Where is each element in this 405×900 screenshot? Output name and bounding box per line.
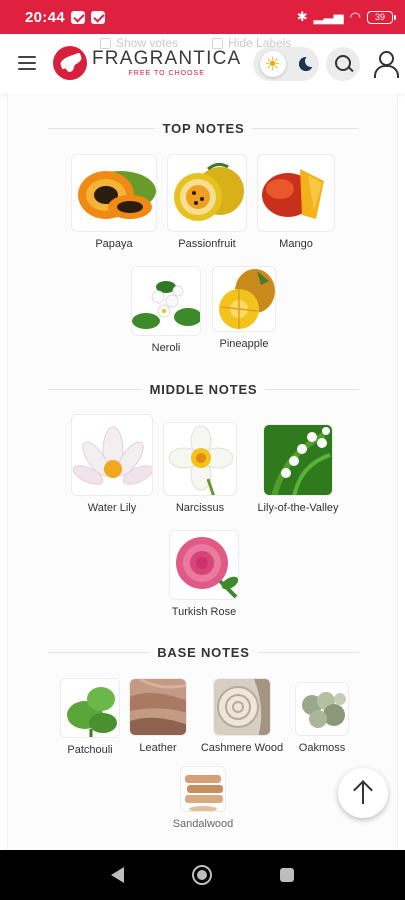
note-oakmoss[interactable]: Oakmoss	[292, 682, 352, 754]
note-sandalwood[interactable]: Sandalwood	[171, 766, 235, 830]
note-label: Cashmere Wood	[200, 742, 284, 754]
logo-name: FRAGRANTICA	[92, 48, 242, 69]
status-icons: ✱ ▂▃▅ ◠ 39	[296, 9, 396, 25]
note-label: Lily-of-the-Valley	[257, 502, 339, 514]
note-label: Leather	[139, 742, 177, 754]
mango-image	[257, 154, 335, 232]
search-icon[interactable]	[326, 47, 360, 81]
note-label: Turkish Rose	[171, 606, 237, 618]
bluetooth-icon: ✱	[296, 9, 308, 24]
sandalwood-image	[180, 766, 226, 812]
sun-icon: ☀	[259, 51, 286, 77]
passionfruit-image	[167, 154, 247, 232]
papaya-image	[71, 154, 157, 232]
note-neroli[interactable]: Neroli	[126, 266, 206, 354]
note-patchouli[interactable]: Patchouli	[59, 678, 121, 756]
system-nav-bar	[0, 850, 405, 900]
note-label: Patchouli	[67, 744, 113, 756]
wifi-icon: ◠	[349, 9, 361, 24]
arrow-up-icon[interactable]	[338, 768, 388, 818]
note-turkish-rose[interactable]: Turkish Rose	[166, 530, 242, 618]
note-mango[interactable]: Mango	[256, 154, 336, 250]
base-notes-heading: BASE NOTES	[8, 642, 399, 662]
note-label: Papaya	[95, 238, 133, 250]
status-time: 20:44	[25, 8, 65, 26]
note-label: Water Lily	[87, 502, 137, 514]
site-header: Show votes Hide Labels FRAGRANTICA FREE …	[0, 34, 405, 94]
patchouli-image	[60, 678, 120, 738]
note-label: Narcissus	[175, 502, 225, 514]
water-lily-image	[71, 414, 153, 496]
note-label: Pineapple	[219, 338, 269, 350]
moon-icon	[298, 55, 317, 71]
site-logo[interactable]: FRAGRANTICA FREE TO CHOOSE	[53, 46, 241, 80]
mail-notification-icon-2	[90, 10, 105, 24]
note-label: Mango	[279, 238, 313, 250]
note-cashmere-wood[interactable]: Cashmere Wood	[195, 678, 289, 754]
note-passionfruit[interactable]: Passionfruit	[164, 154, 250, 250]
mail-notification-icon	[70, 10, 85, 24]
cashmere-wood-image	[213, 678, 271, 736]
note-leather[interactable]: Leather	[126, 678, 190, 754]
turkish-rose-image	[169, 530, 239, 600]
note-label: Oakmoss	[298, 742, 346, 754]
narcissus-image	[163, 422, 237, 496]
signal-icon: ▂▃▅	[313, 9, 344, 24]
notes-pyramid: TOP NOTES Papaya Passionfruit Mango Nero…	[7, 94, 398, 850]
hamburger-icon[interactable]	[18, 56, 36, 70]
note-label: Neroli	[151, 342, 181, 354]
home-icon[interactable]	[192, 865, 212, 885]
middle-notes-heading: MIDDLE NOTES	[8, 379, 399, 399]
note-papaya[interactable]: Papaya	[70, 154, 158, 250]
logo-tagline: FREE TO CHOOSE	[128, 70, 205, 77]
battery-icon: 39	[367, 10, 396, 24]
note-lily-of-the-valley[interactable]: Lily-of-the-Valley	[248, 424, 348, 514]
back-icon[interactable]	[111, 867, 124, 883]
leather-image	[129, 678, 187, 736]
top-notes-heading: TOP NOTES	[8, 118, 399, 138]
note-label: Sandalwood	[172, 818, 234, 830]
note-water-lily[interactable]: Water Lily	[70, 414, 154, 514]
note-pineapple[interactable]: Pineapple	[212, 266, 276, 350]
neroli-image	[131, 266, 201, 336]
theme-toggle[interactable]: ☀	[253, 47, 319, 81]
note-label: Passionfruit	[178, 238, 236, 250]
recent-apps-icon[interactable]	[280, 868, 294, 882]
lily-of-the-valley-image	[263, 424, 333, 496]
note-narcissus[interactable]: Narcissus	[162, 422, 238, 514]
bird-logo-icon	[53, 46, 87, 80]
oakmoss-image	[295, 682, 349, 736]
user-icon[interactable]	[372, 50, 399, 78]
status-bar: 20:44 ✱ ▂▃▅ ◠ 39	[0, 0, 405, 34]
pineapple-image	[212, 266, 276, 332]
